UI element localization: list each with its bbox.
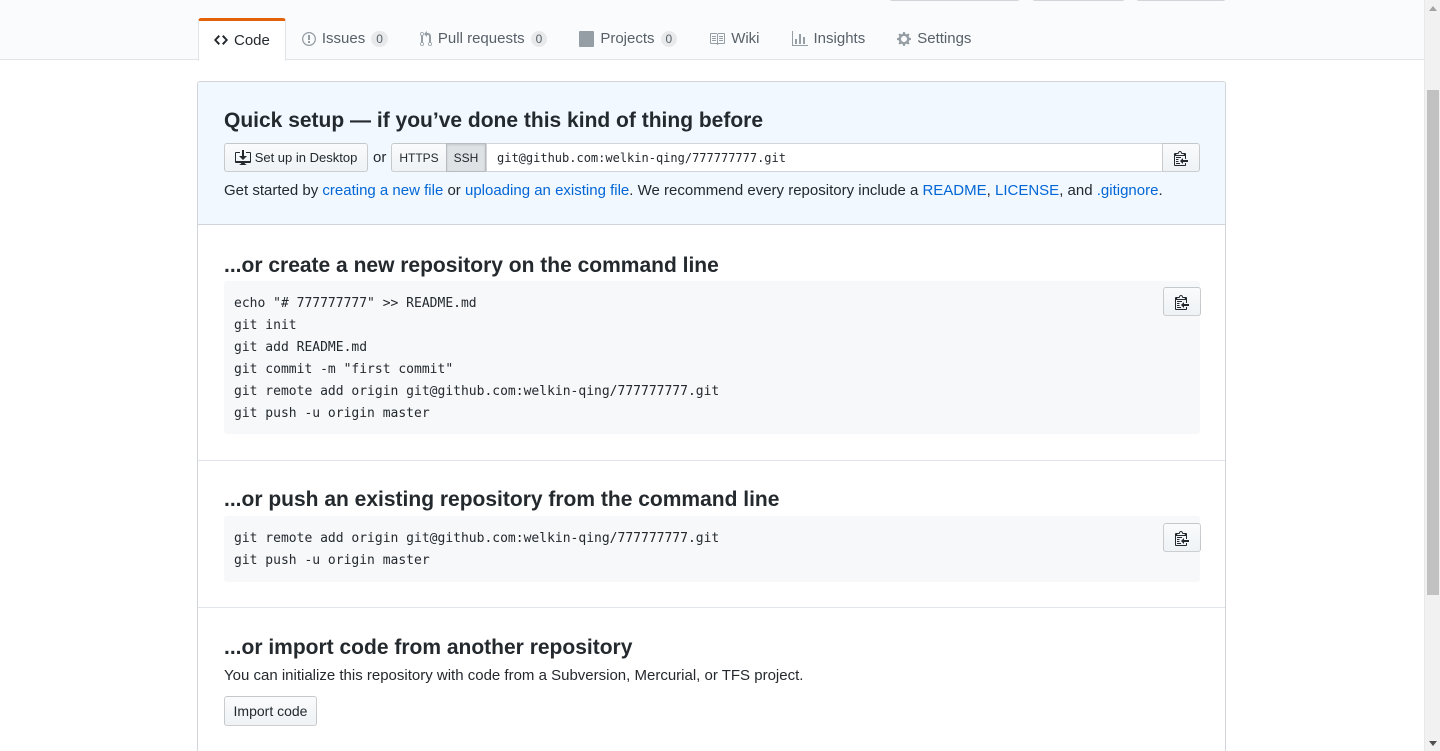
gitignore-link[interactable]: .gitignore — [1097, 182, 1159, 199]
star-button[interactable] — [1032, 0, 1125, 1]
copy-url-button[interactable] — [1162, 143, 1200, 172]
or-separator: or — [373, 149, 387, 166]
text-fragment: Get started by — [224, 182, 323, 199]
new-repo-section: ...or create a new repository on the com… — [198, 225, 1225, 461]
text-fragment: or — [443, 182, 465, 199]
fork-button[interactable] — [1136, 0, 1226, 1]
book-icon — [709, 31, 726, 47]
project-icon — [579, 30, 595, 47]
readme-link[interactable]: README — [922, 182, 986, 199]
https-toggle[interactable]: HTTPS — [391, 143, 447, 172]
copy-push-commands-button[interactable] — [1163, 523, 1201, 552]
scroll-down-arrow-icon[interactable] — [1425, 735, 1440, 751]
tab-label: Projects — [600, 30, 655, 47]
code-line: git push -u origin master — [234, 553, 430, 568]
import-code-button[interactable]: Import code — [224, 696, 317, 726]
quick-setup-section: Quick setup — if you’ve done this kind o… — [198, 82, 1225, 225]
pull-request-icon — [419, 30, 432, 47]
projects-counter: 0 — [660, 30, 678, 47]
code-line: git remote add origin git@github.com:wel… — [234, 384, 720, 399]
tab-label: Issues — [321, 30, 366, 47]
tab-settings[interactable]: Settings — [881, 18, 987, 60]
code-line: git add README.md — [234, 340, 368, 355]
upload-existing-file-link[interactable]: uploading an existing file — [465, 182, 629, 199]
code-line: git remote add origin git@github.com:wel… — [234, 531, 720, 546]
issue-icon — [301, 31, 316, 47]
text-fragment: . — [1158, 182, 1163, 199]
tab-code[interactable]: Code — [198, 18, 286, 61]
protocol-selector: HTTPS SSH — [391, 143, 486, 172]
empty-repo-setup-box: Quick setup — if you’ve done this kind o… — [197, 81, 1226, 751]
scrollbar-thumb[interactable] — [1427, 90, 1439, 595]
tab-label: Wiki — [731, 30, 760, 47]
tab-insights[interactable]: Insights — [776, 18, 882, 60]
text-fragment: , and — [1059, 182, 1097, 199]
code-icon — [214, 32, 228, 48]
tab-wiki[interactable]: Wiki — [693, 18, 775, 60]
push-existing-section: ...or push an existing repository from t… — [198, 461, 1225, 608]
import-description: You can initialize this repository with … — [224, 667, 804, 684]
setup-in-desktop-button[interactable]: Set up in Desktop — [224, 143, 368, 172]
create-new-file-link[interactable]: creating a new file — [322, 182, 443, 199]
clippy-icon — [1174, 150, 1188, 166]
tab-label: Settings — [917, 30, 972, 47]
code-line: echo "# 777777777" >> README.md — [234, 296, 477, 311]
tab-label: Insights — [813, 30, 866, 47]
clone-url-input[interactable] — [486, 143, 1163, 172]
clippy-icon — [1175, 294, 1189, 310]
code-line: git init — [234, 318, 297, 333]
import-section: ...or import code from another repositor… — [198, 608, 1225, 751]
repo-nav-tabs: Code Issues 0 Pull requests 0 Projects 0 — [198, 18, 987, 61]
scroll-up-arrow-icon[interactable] — [1425, 0, 1440, 16]
tab-issues[interactable]: Issues 0 — [286, 18, 404, 60]
import-title: ...or import code from another repositor… — [224, 636, 633, 659]
gear-icon — [897, 31, 912, 47]
repo-header: Code Issues 0 Pull requests 0 Projects 0 — [0, 0, 1424, 61]
desktop-download-icon — [234, 149, 251, 166]
push-existing-title: ...or push an existing repository from t… — [224, 488, 780, 511]
graph-icon — [791, 30, 808, 47]
issues-counter: 0 — [371, 30, 388, 47]
pull-requests-counter: 0 — [530, 30, 548, 47]
text-fragment: . We recommend every repository include … — [629, 182, 923, 199]
push-existing-code-block: git remote add origin git@github.com:wel… — [224, 516, 1200, 582]
code-line: git commit -m "first commit" — [234, 362, 454, 377]
tab-label: Code — [234, 31, 270, 49]
vertical-scrollbar[interactable] — [1424, 0, 1440, 751]
code-line: git push -u origin master — [234, 406, 430, 421]
get-started-text: Get started by creating a new file or up… — [224, 182, 1163, 199]
tab-pull-requests[interactable]: Pull requests 0 — [404, 18, 563, 60]
quick-setup-title: Quick setup — if you’ve done this kind o… — [224, 109, 764, 132]
clippy-icon — [1175, 530, 1189, 546]
setup-in-desktop-label: Set up in Desktop — [254, 150, 358, 165]
license-link[interactable]: LICENSE — [995, 182, 1059, 199]
watch-button[interactable] — [889, 0, 1020, 1]
tab-label: Pull requests — [437, 30, 525, 47]
copy-new-repo-commands-button[interactable] — [1163, 287, 1201, 316]
ssh-toggle[interactable]: SSH — [446, 143, 486, 172]
new-repo-title: ...or create a new repository on the com… — [224, 254, 719, 277]
tab-projects[interactable]: Projects 0 — [563, 18, 693, 60]
text-fragment: , — [986, 182, 995, 199]
new-repo-code-block: echo "# 777777777" >> README.md git init g… — [224, 281, 1200, 434]
